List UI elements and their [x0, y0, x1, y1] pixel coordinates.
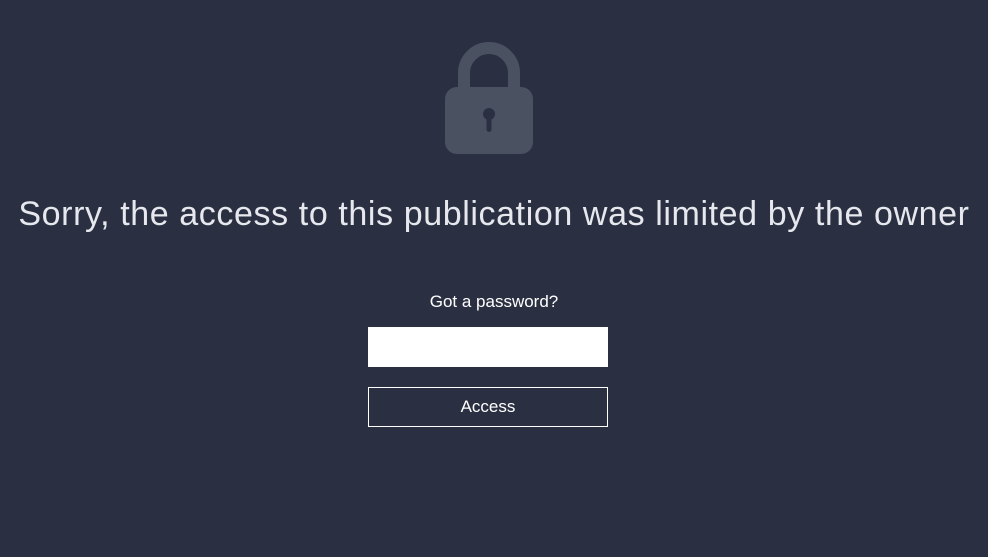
restriction-message: Sorry, the access to this publication wa…	[18, 195, 970, 233]
password-input[interactable]	[368, 327, 608, 367]
lock-icon	[445, 42, 533, 154]
access-button[interactable]: Access	[368, 387, 608, 427]
access-restricted-page: Sorry, the access to this publication wa…	[0, 0, 988, 557]
password-prompt: Got a password?	[429, 292, 559, 311]
